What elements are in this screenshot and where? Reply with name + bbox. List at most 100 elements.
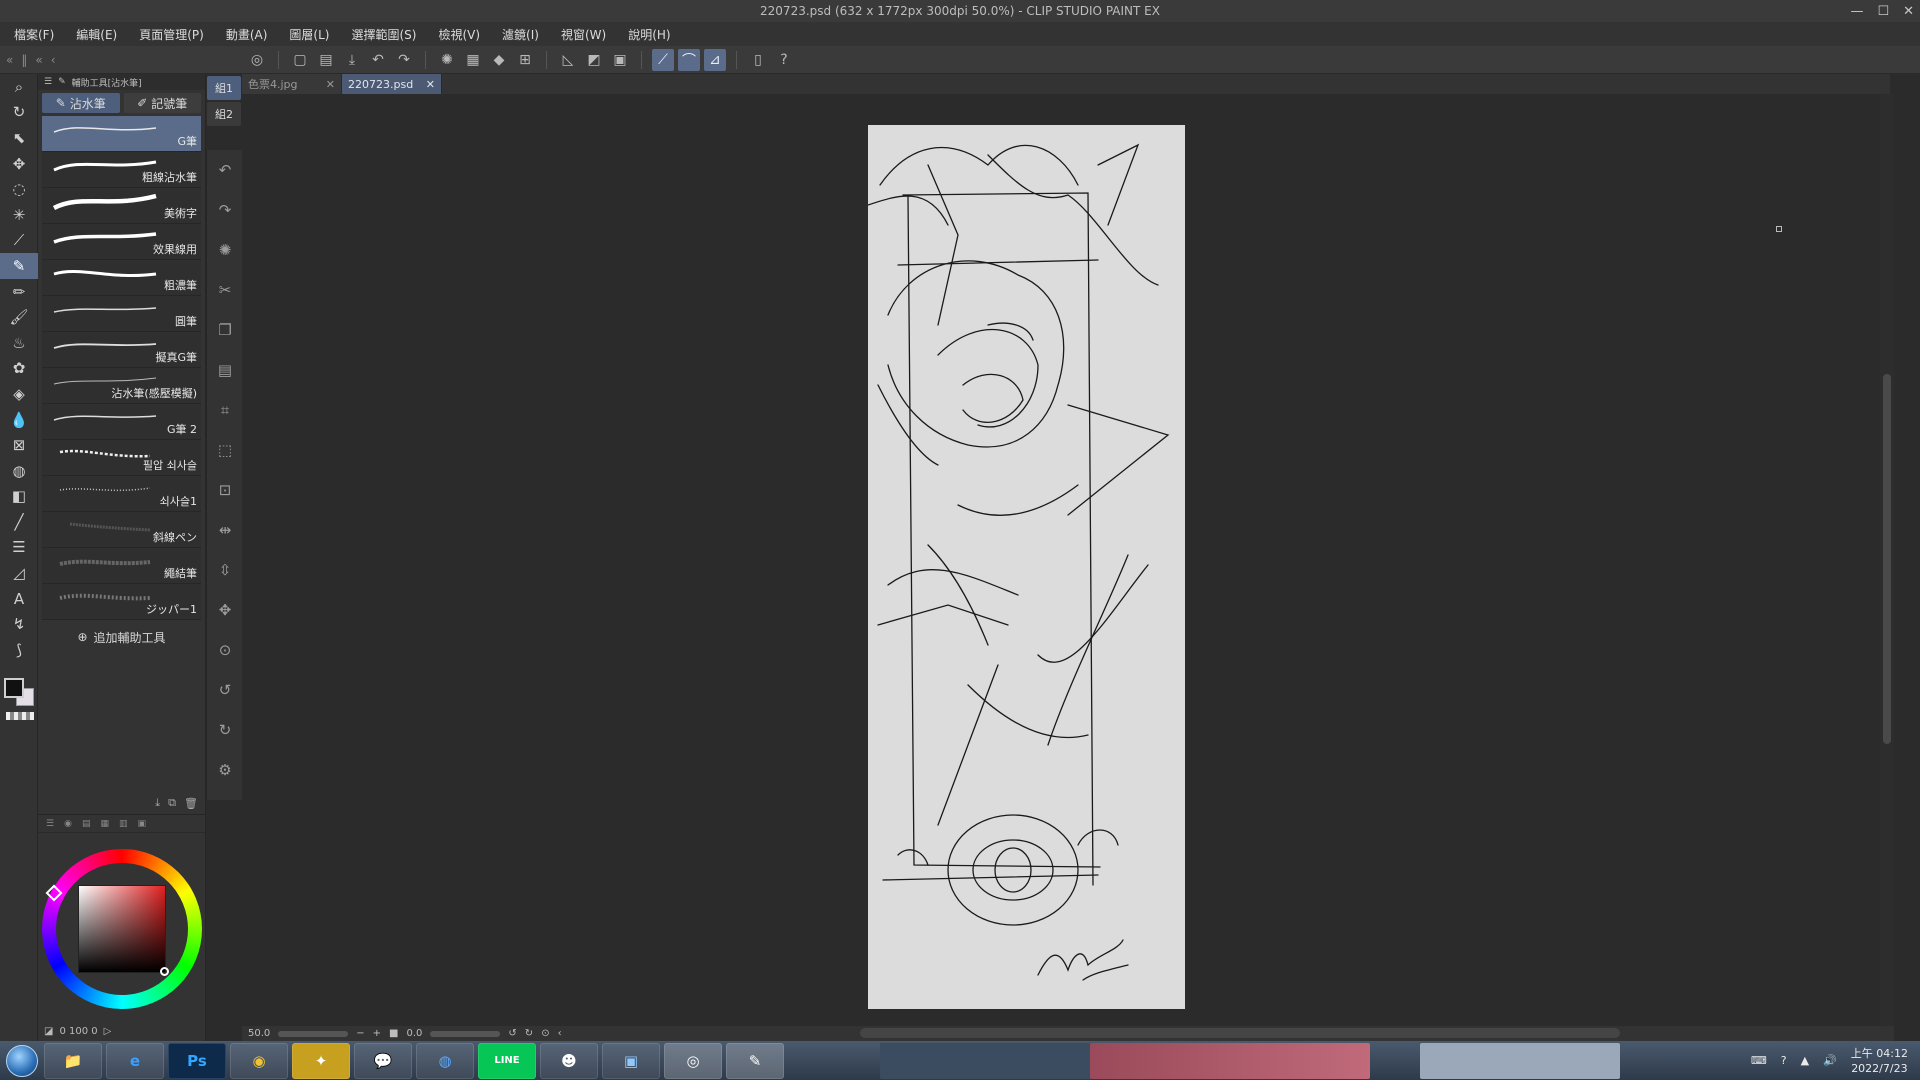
correct-line-icon[interactable]: ⟆	[0, 637, 38, 663]
line-icon[interactable]: LINE	[478, 1042, 536, 1079]
add-subtool-button[interactable]: ⊕ 追加輔助工具	[38, 620, 205, 654]
rotation-slider[interactable]	[430, 1030, 501, 1037]
close-icon[interactable]: ✕	[1903, 4, 1914, 19]
flip-vertical-icon[interactable]: ⇳	[207, 550, 243, 590]
fit-icon[interactable]: ■	[389, 1028, 398, 1039]
pen-icon[interactable]: ✎	[0, 253, 38, 279]
lasso-icon[interactable]: ◌	[0, 176, 38, 202]
settings-icon[interactable]: ⚙	[207, 750, 243, 790]
maximize-icon[interactable]: ☐	[1877, 4, 1889, 19]
set-tab-1[interactable]: 組1	[207, 76, 241, 100]
list-item[interactable]: 繩結筆	[42, 548, 201, 584]
trash-icon[interactable]: 🗑	[184, 797, 198, 810]
chevron-left-icon[interactable]: ‹	[558, 1028, 562, 1039]
volume-icon[interactable]: 🔊	[1823, 1054, 1837, 1067]
list-item[interactable]: ジッパー1	[42, 584, 201, 620]
rotation-value[interactable]: 0.0	[407, 1028, 423, 1039]
wechat-icon[interactable]: 💬	[354, 1042, 412, 1079]
anime-app-icon[interactable]: ☻	[540, 1042, 598, 1079]
loading-icon[interactable]: ✺	[436, 49, 458, 71]
vertical-scroll-thumb[interactable]	[1883, 374, 1891, 744]
clear-icon[interactable]: ▦	[462, 49, 484, 71]
duplicate-icon[interactable]: ⧉	[168, 796, 176, 810]
clip-studio-paint-icon[interactable]: ✎	[726, 1042, 784, 1079]
start-button[interactable]	[0, 1041, 44, 1080]
zoom-slider[interactable]	[278, 1030, 349, 1037]
menu-window[interactable]: 視窗(W)	[561, 26, 606, 43]
color-cursor[interactable]	[160, 967, 169, 976]
minimize-icon[interactable]: —	[1850, 4, 1863, 19]
list-item[interactable]: 필압 쇠사슬	[42, 440, 201, 476]
object-select-icon[interactable]: ⬉	[0, 125, 38, 151]
color-slider-tab-icon[interactable]: ▤	[82, 819, 91, 829]
menu-icon[interactable]: ☰	[44, 77, 52, 87]
chevron-left-icon[interactable]: ‹	[51, 53, 56, 67]
intermediate-color-tab-icon[interactable]: ▥	[119, 819, 128, 829]
move-icon[interactable]: ✥	[0, 151, 38, 177]
hue-cursor[interactable]	[45, 884, 63, 902]
vertical-scrollbar[interactable]	[1880, 94, 1894, 1026]
magic-wand-icon[interactable]: ✳	[0, 202, 38, 228]
group-tab-pen[interactable]: ✎ 沾水筆	[42, 93, 120, 113]
save-icon[interactable]: ⤓	[341, 49, 363, 71]
transform-icon[interactable]: ⬚	[207, 430, 243, 470]
chevron-up-icon[interactable]: ▲	[1801, 1054, 1809, 1067]
list-item[interactable]: 쇠사슬1	[42, 476, 201, 512]
copy-icon[interactable]: ❐	[207, 310, 243, 350]
help-icon[interactable]: ?	[773, 49, 795, 71]
undo-icon[interactable]: ↶	[367, 49, 389, 71]
flip-horizontal-icon[interactable]: ⇹	[207, 510, 243, 550]
ruler-tool-icon[interactable]: ◿	[0, 560, 38, 586]
gradient-icon[interactable]: ◧	[0, 484, 38, 510]
menu-animation[interactable]: 動畫(A)	[226, 26, 268, 43]
rotate-right-icon[interactable]: ↻	[525, 1028, 533, 1039]
menu-view[interactable]: 檢視(V)	[438, 26, 480, 43]
close-icon[interactable]: ✕	[426, 78, 435, 91]
photoshop-icon[interactable]: Ps	[168, 1042, 226, 1079]
transform-icon[interactable]: ⊞	[514, 49, 536, 71]
snap-ruler-icon[interactable]: ⟋	[652, 48, 674, 71]
rotate-left-icon[interactable]: ↺	[207, 670, 243, 710]
list-item[interactable]: G筆	[42, 116, 201, 152]
saturation-value-square[interactable]	[78, 885, 166, 973]
help-icon[interactable]: ?	[1781, 1054, 1787, 1067]
menu-file[interactable]: 檔案(F)	[14, 26, 54, 43]
clock[interactable]: 上午 04:12 2022/7/23	[1851, 1046, 1908, 1076]
drawing-canvas[interactable]	[867, 125, 1185, 1009]
collapse-icon[interactable]: «	[35, 53, 42, 67]
brush-icon[interactable]: 🖌	[0, 304, 38, 330]
figure-icon[interactable]: ╱	[0, 509, 38, 535]
clip-studio-icon[interactable]: ◎	[246, 49, 268, 71]
photo-viewer-icon[interactable]: ▣	[602, 1042, 660, 1079]
tab-document-2[interactable]: 220723.psd ✕	[342, 74, 442, 94]
list-item[interactable]: G筆 2	[42, 404, 201, 440]
set-tab-2[interactable]: 組2	[207, 102, 241, 126]
open-file-icon[interactable]: ▤	[315, 49, 337, 71]
hue-ring[interactable]	[42, 849, 202, 1009]
new-file-icon[interactable]: ▢	[289, 49, 311, 71]
group-tab-marker[interactable]: ✐ 記號筆	[123, 93, 201, 113]
list-item[interactable]: 擬真G筆	[42, 332, 201, 368]
undo-icon[interactable]: ↶	[207, 150, 243, 190]
ruler-icon[interactable]: ◩	[583, 49, 605, 71]
clip-studio-icon[interactable]: ◎	[664, 1042, 722, 1079]
menu-filter[interactable]: 濾鏡(I)	[502, 26, 539, 43]
menu-page[interactable]: 頁面管理(P)	[139, 26, 204, 43]
list-item[interactable]: 圓筆	[42, 296, 201, 332]
list-item[interactable]: 粗濃筆	[42, 260, 201, 296]
color-set-tab-icon[interactable]: ▦	[100, 819, 109, 829]
redo-icon[interactable]: ↷	[393, 49, 415, 71]
canvas-area[interactable]	[242, 94, 1880, 1026]
eyedropper-icon[interactable]: ⟋	[0, 228, 38, 254]
app-blue-icon[interactable]: ◍	[416, 1042, 474, 1079]
menu-edit[interactable]: 編輯(E)	[76, 26, 117, 43]
import-icon[interactable]: ⤓	[155, 796, 160, 810]
zoom-out-icon[interactable]: −	[356, 1028, 364, 1039]
blend-icon[interactable]: 💧	[0, 407, 38, 433]
color-wheel-tab-icon[interactable]: ◉	[64, 819, 72, 829]
airbrush-icon[interactable]: ♨	[0, 330, 38, 356]
fill-bucket-icon[interactable]: ◍	[0, 458, 38, 484]
menu-selection[interactable]: 選擇範圍(S)	[351, 26, 416, 43]
free-transform-icon[interactable]: ⊡	[207, 470, 243, 510]
ruler-off-icon[interactable]: ◺	[557, 49, 579, 71]
